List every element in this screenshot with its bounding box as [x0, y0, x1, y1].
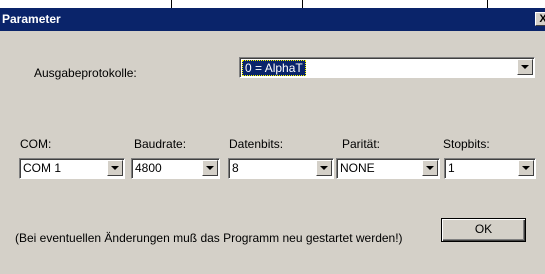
chevron-down-icon[interactable]	[316, 160, 332, 176]
datenbits-label: Datenbits:	[229, 137, 284, 151]
paritaet-label: Parität:	[342, 137, 381, 151]
com-value: COM 1	[23, 161, 62, 175]
baudrate-select[interactable]: 4800	[131, 158, 220, 179]
column-separator	[302, 0, 303, 8]
chevron-down-icon[interactable]	[422, 160, 438, 176]
window-title: Parameter	[2, 12, 61, 26]
stopbits-select[interactable]: 1	[444, 158, 536, 179]
com-select[interactable]: COM 1	[19, 158, 125, 179]
datenbits-select[interactable]: 8	[228, 158, 334, 179]
baudrate-label: Baudrate:	[134, 137, 187, 151]
paritaet-value: NONE	[340, 161, 375, 175]
protocol-select[interactable]: 0 = AlphaT	[239, 57, 535, 78]
protocol-value: 0 = AlphaT	[242, 60, 306, 76]
column-separator	[487, 0, 488, 8]
com-label: COM:	[20, 137, 52, 151]
stopbits-label: Stopbits:	[443, 137, 490, 151]
chevron-down-icon[interactable]	[517, 59, 533, 75]
ok-button[interactable]: OK	[441, 218, 526, 242]
close-icon: X	[539, 13, 545, 25]
background-window-strip	[0, 0, 545, 8]
baudrate-value: 4800	[135, 161, 162, 175]
chevron-down-icon[interactable]	[202, 160, 218, 176]
title-bar[interactable]: Parameter X	[0, 8, 545, 31]
chevron-down-icon[interactable]	[107, 160, 123, 176]
protocol-label: Ausgabeprotokolle:	[34, 66, 137, 80]
restart-notice: (Bei eventuellen Änderungen muß das Prog…	[15, 231, 403, 245]
paritaet-select[interactable]: NONE	[336, 158, 440, 179]
chevron-down-icon[interactable]	[518, 160, 534, 176]
close-button[interactable]: X	[535, 12, 545, 26]
stopbits-value: 1	[448, 161, 455, 175]
column-separator	[171, 0, 172, 8]
datenbits-value: 8	[232, 161, 239, 175]
